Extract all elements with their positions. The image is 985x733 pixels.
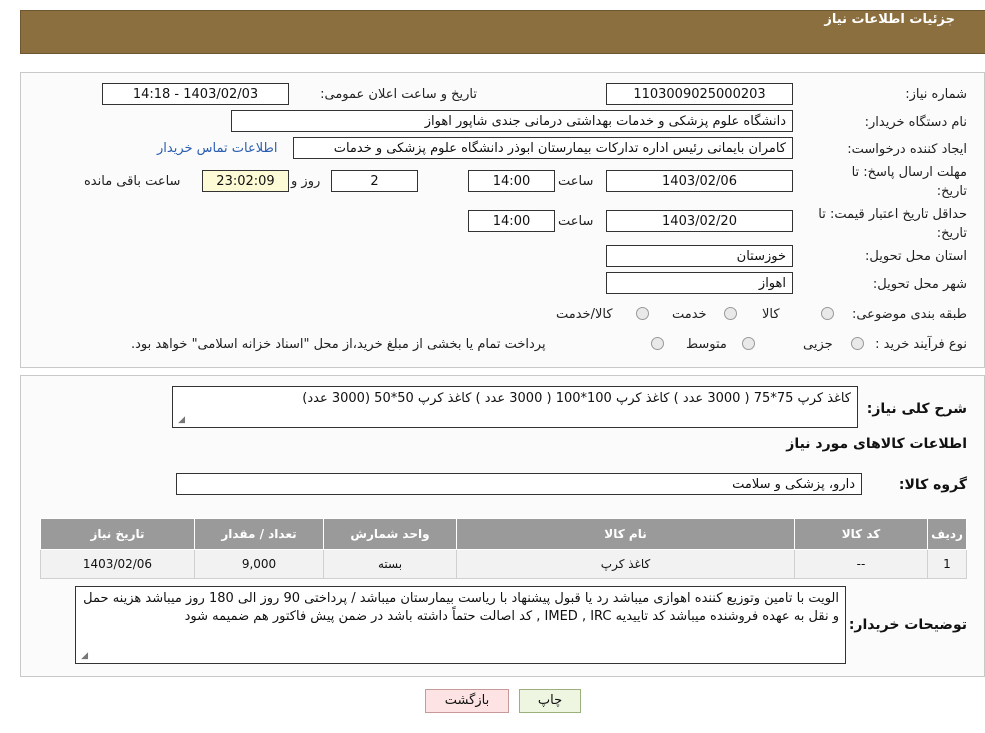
back-button[interactable]: بازگشت xyxy=(425,689,509,713)
province-label: استان محل تحویل: xyxy=(865,249,967,264)
process-label: نوع فرآیند خرید : xyxy=(875,337,967,352)
buyer-notes-textarea: الویت با تامین وتوزیع کننده اهوازی میباش… xyxy=(75,586,846,664)
category-radio-goods[interactable] xyxy=(821,307,834,320)
city-label: شهر محل تحویل: xyxy=(872,277,967,292)
days-field: 2 xyxy=(331,170,418,192)
category-option-service: خدمت xyxy=(672,307,707,322)
col-header-name: نام کالا xyxy=(456,518,795,550)
process-option-medium: متوسط xyxy=(686,337,727,352)
buyer-org-field: دانشگاه علوم پزشکی و خدمات بهداشتی درمان… xyxy=(231,110,793,132)
category-option-goods: کالا xyxy=(762,307,780,322)
goods-info-title: اطلاعات کالاهای مورد نیاز xyxy=(786,436,967,452)
creator-field: کامران بایمانی رئیس اداره تدارکات بیمارس… xyxy=(293,137,793,159)
cell-quantity: 9,000 xyxy=(194,549,324,579)
cell-name: کاغذ کرپ xyxy=(456,549,795,579)
summary-textarea: کاغذ کرپ 75*75 ( 3000 عدد ) کاغذ کرپ 100… xyxy=(172,386,858,428)
deadline-time-label: ساعت xyxy=(558,174,594,189)
page-title: جزئیات اطلاعات نیاز xyxy=(824,12,955,27)
category-option-both: کالا/خدمت xyxy=(556,307,613,322)
buyer-notes-label: توضیحات خریدار: xyxy=(848,617,967,633)
validity-time-label: ساعت xyxy=(558,214,594,229)
category-label: طبقه بندی موضوعی: xyxy=(851,307,967,322)
remaining-time-label: ساعت باقی مانده xyxy=(84,174,181,189)
buyer-org-label: نام دستگاه خریدار: xyxy=(864,115,967,130)
table-header-row: ردیف کد کالا نام کالا واحد شمارش تعداد /… xyxy=(40,518,967,550)
validity-label: حداقل تاریخ اعتبار قیمت: تا xyxy=(818,207,967,222)
goods-table: ردیف کد کالا نام کالا واحد شمارش تعداد /… xyxy=(40,518,967,579)
process-option-minor: جزیی xyxy=(803,337,833,352)
col-header-quantity: تعداد / مقدار xyxy=(194,518,324,550)
buyer-contact-link[interactable]: اطلاعات تماس خریدار xyxy=(157,141,277,156)
creator-label: ایجاد کننده درخواست: xyxy=(847,142,967,157)
summary-text: کاغذ کرپ 75*75 ( 3000 عدد ) کاغذ کرپ 100… xyxy=(302,391,851,406)
print-button[interactable]: چاپ xyxy=(519,689,581,713)
cell-code: -- xyxy=(794,549,928,579)
col-header-code: کد کالا xyxy=(794,518,928,550)
category-radio-service[interactable] xyxy=(724,307,737,320)
deadline-date-field: 1403/02/06 xyxy=(606,170,793,192)
need-number-field: 1103009025000203 xyxy=(606,83,793,105)
process-radio-minor[interactable] xyxy=(851,337,864,350)
col-header-row-number: ردیف xyxy=(927,518,967,550)
summary-label: شرح کلی نیاز: xyxy=(866,401,967,417)
resize-grip-icon: ◢ xyxy=(178,415,185,425)
cell-date: 1403/02/06 xyxy=(40,549,195,579)
resize-grip-icon: ◢ xyxy=(81,651,88,661)
validity-label-date: تاریخ: xyxy=(936,226,967,241)
remaining-time-field: 23:02:09 xyxy=(202,170,289,192)
need-number-label: شماره نیاز: xyxy=(905,87,967,102)
days-label: روز و xyxy=(291,174,321,189)
announce-field: 1403/02/03 - 14:18 xyxy=(102,83,289,105)
col-header-date: تاریخ نیاز xyxy=(40,518,195,550)
validity-date-field: 1403/02/20 xyxy=(606,210,793,232)
announce-label: تاریخ و ساعت اعلان عمومی: xyxy=(320,87,477,102)
province-field: خوزستان xyxy=(606,245,793,267)
cell-unit: بسته xyxy=(323,549,457,579)
cell-row-number: 1 xyxy=(927,549,967,579)
process-note: پرداخت تمام یا بخشی از مبلغ خرید،از محل … xyxy=(131,337,546,352)
deadline-label: مهلت ارسال پاسخ: تا xyxy=(851,165,967,180)
validity-time-field: 14:00 xyxy=(468,210,555,232)
table-row: 1 -- کاغذ کرپ بسته 9,000 1403/02/06 xyxy=(40,549,967,579)
city-field: اهواز xyxy=(606,272,793,294)
deadline-label-date: تاریخ: xyxy=(936,184,967,199)
category-radio-both[interactable] xyxy=(636,307,649,320)
group-label: گروه کالا: xyxy=(898,477,967,493)
group-field: دارو، پزشکی و سلامت xyxy=(176,473,862,495)
process-radio-medium[interactable] xyxy=(742,337,755,350)
treasury-checkbox[interactable] xyxy=(651,337,664,350)
deadline-time-field: 14:00 xyxy=(468,170,555,192)
buyer-notes-text: الویت با تامین وتوزیع کننده اهوازی میباش… xyxy=(83,591,839,624)
col-header-unit: واحد شمارش xyxy=(323,518,457,550)
